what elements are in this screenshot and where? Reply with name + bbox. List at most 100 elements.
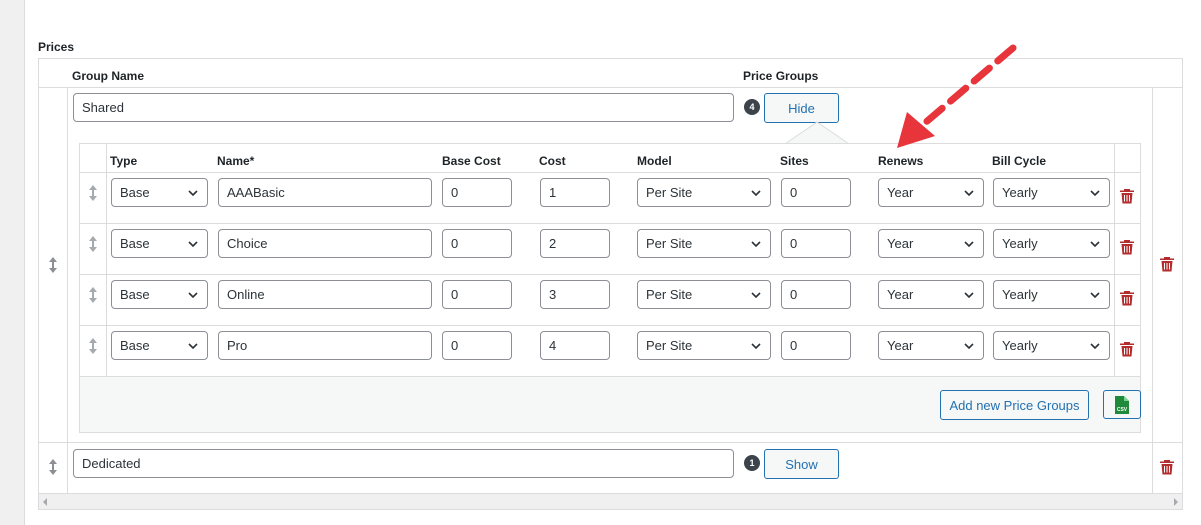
cost-input[interactable] <box>540 229 610 258</box>
drag-handle-icon <box>89 287 97 303</box>
col-sites: Sites <box>780 154 809 168</box>
renews-select[interactable]: Year <box>878 229 984 258</box>
renews-select-value: Year <box>887 236 914 251</box>
price-drag-column-divider <box>106 144 107 376</box>
delete-column-divider <box>1152 87 1153 493</box>
bill-cycle-select-value: Yearly <box>1002 185 1038 200</box>
drag-handle-icon <box>89 338 97 354</box>
delete-group-button[interactable] <box>1160 459 1176 477</box>
cost-input[interactable] <box>540 331 610 360</box>
col-name: Name* <box>217 154 255 168</box>
renews-select-value: Year <box>887 287 914 302</box>
price-name-input[interactable] <box>218 280 432 309</box>
chevron-down-icon <box>751 189 761 196</box>
show-prices-button[interactable]: Show <box>764 449 839 479</box>
col-cost: Cost <box>539 154 566 168</box>
model-select[interactable]: Per Site <box>637 178 771 207</box>
group-row-divider <box>39 442 1182 443</box>
cost-input[interactable] <box>540 178 610 207</box>
model-select[interactable]: Per Site <box>637 280 771 309</box>
sites-input[interactable] <box>781 229 851 258</box>
price-groups-header: Price Groups <box>743 69 819 83</box>
bill-cycle-select[interactable]: Yearly <box>993 331 1110 360</box>
delete-price-button[interactable] <box>1120 188 1136 206</box>
chevron-down-icon <box>964 291 974 298</box>
price-drag-handle[interactable] <box>86 285 100 305</box>
group-drag-handle[interactable] <box>46 457 60 477</box>
price-row-divider <box>80 223 1140 224</box>
model-select-value: Per Site <box>646 287 693 302</box>
add-price-groups-button[interactable]: Add new Price Groups <box>940 390 1089 420</box>
delete-price-button[interactable] <box>1120 290 1136 308</box>
horizontal-scrollbar[interactable] <box>39 493 1182 509</box>
export-csv-button[interactable]: CSV <box>1103 390 1141 419</box>
price-name-input[interactable] <box>218 331 432 360</box>
price-header-divider <box>80 172 1140 173</box>
trash-icon <box>1120 342 1134 357</box>
bill-cycle-select-value: Yearly <box>1002 287 1038 302</box>
type-select[interactable]: Base <box>111 229 208 258</box>
price-name-input[interactable] <box>218 229 432 258</box>
price-count-badge: 1 <box>744 455 760 471</box>
delete-price-button[interactable] <box>1120 341 1136 359</box>
price-drag-handle[interactable] <box>86 336 100 356</box>
chevron-down-icon <box>188 291 198 298</box>
type-select-value: Base <box>120 338 150 353</box>
chevron-down-icon <box>1090 240 1100 247</box>
type-select[interactable]: Base <box>111 331 208 360</box>
model-select[interactable]: Per Site <box>637 331 771 360</box>
cost-input[interactable] <box>540 280 610 309</box>
type-select-value: Base <box>120 236 150 251</box>
renews-select[interactable]: Year <box>878 178 984 207</box>
price-name-input[interactable] <box>218 178 432 207</box>
trash-icon <box>1120 240 1134 255</box>
price-drag-handle[interactable] <box>86 234 100 254</box>
price-drag-handle[interactable] <box>86 183 100 203</box>
bill-cycle-select[interactable]: Yearly <box>993 229 1110 258</box>
renews-select[interactable]: Year <box>878 331 984 360</box>
delete-group-button[interactable] <box>1160 256 1176 274</box>
renews-select[interactable]: Year <box>878 280 984 309</box>
chevron-down-icon <box>964 240 974 247</box>
chevron-down-icon <box>1090 189 1100 196</box>
type-select-value: Base <box>120 185 150 200</box>
trash-icon <box>1120 291 1134 306</box>
model-select-value: Per Site <box>646 185 693 200</box>
chevron-down-icon <box>188 240 198 247</box>
group-drag-handle[interactable] <box>46 255 60 275</box>
scroll-right-arrow[interactable] <box>1174 498 1178 506</box>
group-name-input[interactable] <box>73 449 734 478</box>
price-delete-column-divider <box>1114 144 1115 376</box>
renews-select-value: Year <box>887 338 914 353</box>
base-cost-input[interactable] <box>442 280 512 309</box>
group-name-header: Group Name <box>72 69 145 83</box>
hide-prices-button[interactable]: Hide <box>764 93 839 123</box>
price-count-badge: 4 <box>744 99 760 115</box>
bill-cycle-select[interactable]: Yearly <box>993 178 1110 207</box>
sites-input[interactable] <box>781 178 851 207</box>
delete-price-button[interactable] <box>1120 239 1136 257</box>
csv-label: CSV <box>1117 407 1128 413</box>
trash-icon <box>1160 460 1174 475</box>
sites-input[interactable] <box>781 280 851 309</box>
annotation-arrow-icon <box>897 44 1017 148</box>
base-cost-input[interactable] <box>442 331 512 360</box>
scroll-left-arrow[interactable] <box>43 498 47 506</box>
base-cost-input[interactable] <box>442 178 512 207</box>
sites-input[interactable] <box>781 331 851 360</box>
base-cost-input[interactable] <box>442 229 512 258</box>
price-table-bottom <box>80 376 1140 377</box>
type-select[interactable]: Base <box>111 280 208 309</box>
chevron-down-icon <box>1090 291 1100 298</box>
drag-handle-icon <box>89 236 97 252</box>
model-select-value: Per Site <box>646 236 693 251</box>
chevron-down-icon <box>188 189 198 196</box>
type-select-value: Base <box>120 287 150 302</box>
model-select[interactable]: Per Site <box>637 229 771 258</box>
chevron-down-icon <box>964 342 974 349</box>
expand-pointer <box>785 121 849 145</box>
type-select[interactable]: Base <box>111 178 208 207</box>
bill-cycle-select[interactable]: Yearly <box>993 280 1110 309</box>
trash-icon <box>1160 257 1174 272</box>
group-name-input[interactable] <box>73 93 734 122</box>
